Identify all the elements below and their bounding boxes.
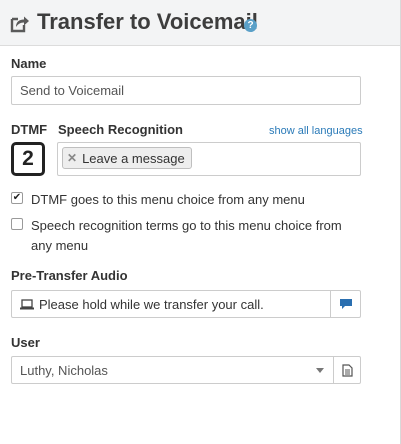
panel-header: Transfer to Voicemail ? xyxy=(0,0,400,46)
dtmf-any-menu-option[interactable]: ✔ DTMF goes to this menu choice from any… xyxy=(11,190,361,210)
dtmf-any-menu-checkbox[interactable]: ✔ xyxy=(11,192,23,204)
show-all-languages-link[interactable]: show all languages xyxy=(269,125,363,137)
user-details-button[interactable] xyxy=(333,356,361,384)
pre-transfer-audio-value: Please hold while we transfer your call. xyxy=(39,296,264,312)
dtmf-key-badge[interactable]: 2 xyxy=(11,142,45,176)
user-select[interactable]: Luthy, Nicholas xyxy=(11,356,334,384)
speech-any-menu-checkbox[interactable] xyxy=(11,218,23,230)
page-title: Transfer to Voicemail xyxy=(37,9,258,34)
pre-transfer-audio-input[interactable]: Please hold while we transfer your call. xyxy=(11,290,331,318)
remove-tag-icon[interactable]: ✕ xyxy=(67,151,77,165)
menu-choice-panel: Transfer to Voicemail ? Name Send to Voi… xyxy=(0,0,401,444)
user-label: User xyxy=(11,335,40,350)
chevron-down-icon xyxy=(316,368,324,373)
chat-icon xyxy=(339,299,352,309)
laptop-icon xyxy=(20,298,34,309)
document-icon xyxy=(341,363,353,377)
name-input-value: Send to Voicemail xyxy=(20,83,125,98)
speech-any-menu-option[interactable]: Speech recognition terms go to this menu… xyxy=(11,216,351,256)
help-icon[interactable]: ? xyxy=(244,19,257,32)
pre-transfer-audio-label: Pre-Transfer Audio xyxy=(11,268,128,283)
speech-any-menu-label: Speech recognition terms go to this menu… xyxy=(31,218,342,253)
dtmf-label: DTMF xyxy=(11,122,48,137)
name-label: Name xyxy=(11,56,47,71)
speech-recognition-label: Speech Recognition xyxy=(58,122,183,137)
share-icon xyxy=(10,16,29,33)
speech-term-tag: ✕ Leave a message xyxy=(62,147,192,169)
user-select-value: Luthy, Nicholas xyxy=(20,362,108,378)
dtmf-any-menu-label: DTMF goes to this menu choice from any m… xyxy=(31,192,305,207)
name-input[interactable]: Send to Voicemail xyxy=(11,76,361,105)
pre-transfer-audio-button[interactable] xyxy=(330,290,361,318)
speech-term-label: Leave a message xyxy=(82,150,185,166)
